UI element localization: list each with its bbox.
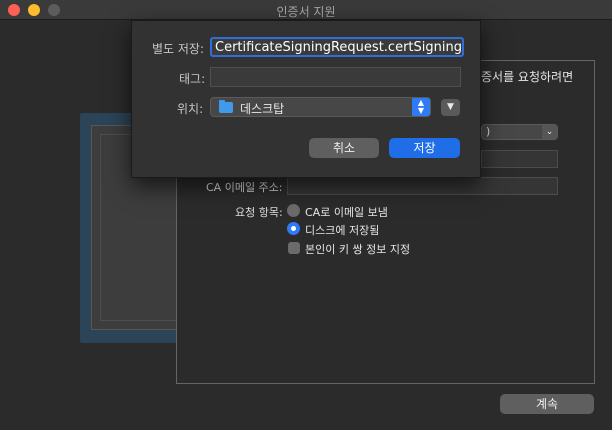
cancel-button[interactable]: 취소 <box>309 138 379 158</box>
tags-label: 태그: <box>179 72 206 86</box>
ca-email-label: CA 이메일 주소: <box>206 181 283 194</box>
save-as-value: CertificateSigningRequest.certSigningRe <box>215 40 464 55</box>
where-value: 데스크탑 <box>240 102 285 116</box>
window-title: 인증서 지원 <box>276 5 336 19</box>
common-name-popup[interactable]: ) ⌄ <box>481 124 558 140</box>
request-label: 요청 항목: <box>235 206 283 219</box>
save-button[interactable]: 저장 <box>389 138 460 158</box>
continue-button[interactable]: 계속 <box>500 394 594 414</box>
intro-heading: 증서를 요청하려면 <box>481 70 574 84</box>
folder-icon <box>219 100 233 113</box>
chevron-down-icon: ▼ <box>447 102 454 112</box>
email-ca-option-label: CA로 이메일 보냄 <box>305 206 388 219</box>
tags-field[interactable] <box>210 67 461 87</box>
save-to-disk-radio[interactable] <box>287 222 300 235</box>
common-name-popup-value: ) <box>486 125 491 138</box>
expand-sheet-button[interactable]: ▼ <box>441 99 460 116</box>
up-down-chevron-icon: ▲ ▼ <box>412 98 430 116</box>
window-titlebar: 인증서 지원 <box>0 0 612 20</box>
save-sheet: 별도 저장: CertificateSigningRequest.certSig… <box>131 20 481 178</box>
ca-email-field[interactable] <box>287 177 558 195</box>
where-label: 위치: <box>177 102 204 116</box>
specify-key-pair-label: 본인이 키 쌍 정보 지정 <box>305 243 411 256</box>
save-to-disk-option-label: 디스크에 저장됨 <box>305 224 380 237</box>
where-popup[interactable]: 데스크탑 ▲ ▼ <box>210 97 431 117</box>
email-ca-radio[interactable] <box>287 204 300 217</box>
save-as-label: 별도 저장: <box>152 42 205 56</box>
specify-key-pair-checkbox[interactable] <box>288 242 300 254</box>
common-name-field[interactable] <box>481 150 558 168</box>
chevron-down-icon: ⌄ <box>542 125 557 139</box>
save-as-field[interactable]: CertificateSigningRequest.certSigningRe <box>210 37 464 57</box>
